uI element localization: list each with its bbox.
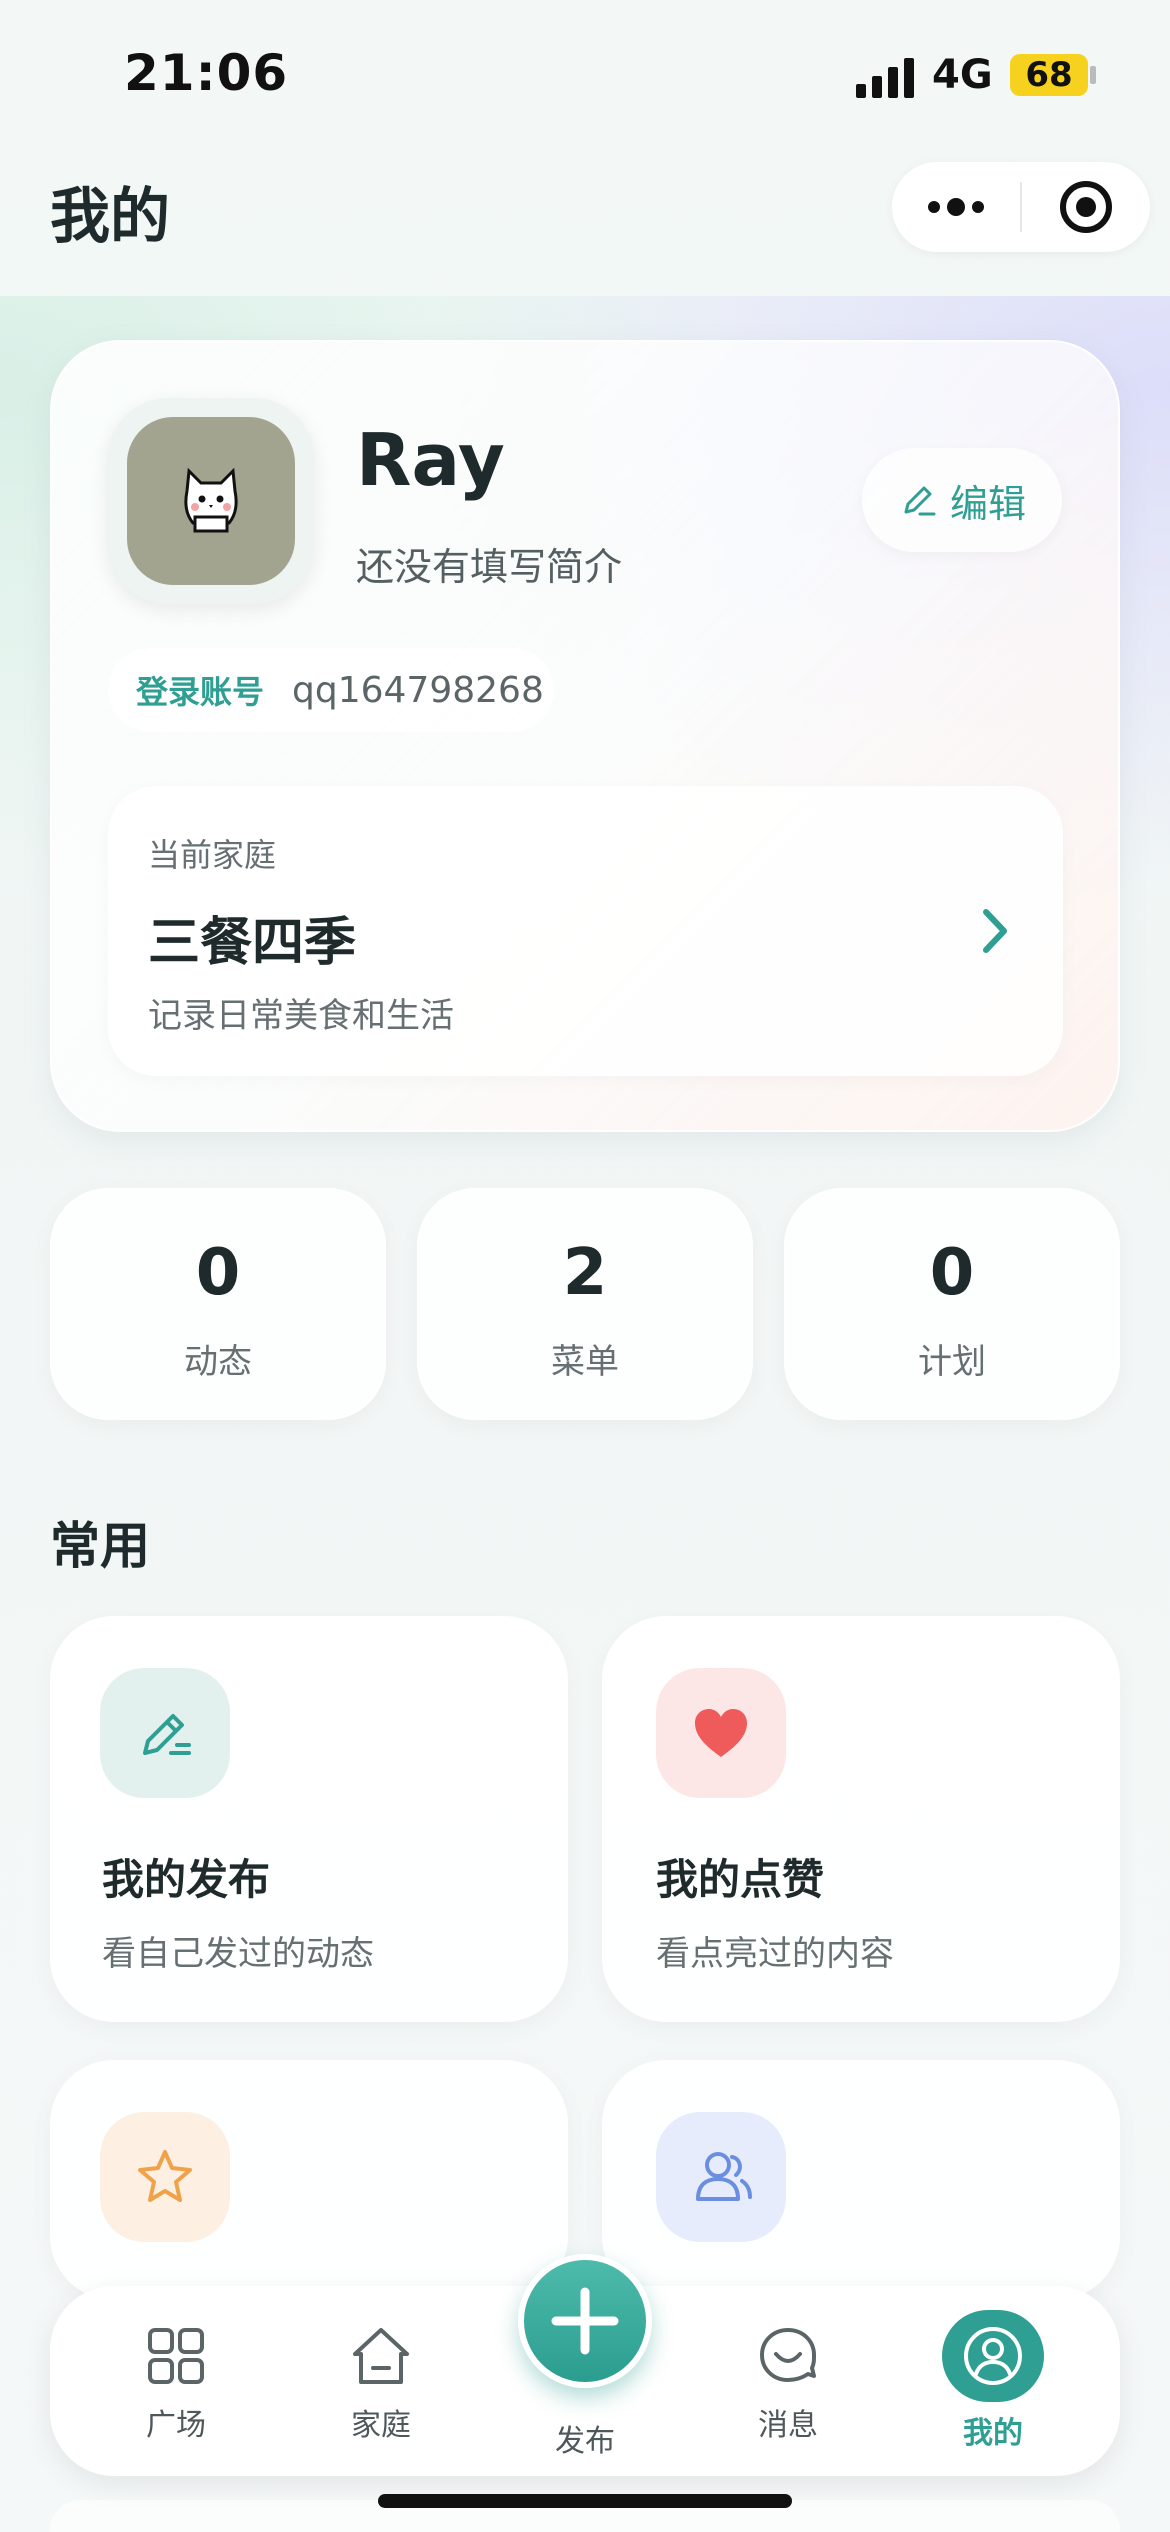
tile-title: 我的点赞: [656, 1855, 825, 1904]
user-icon: [964, 2327, 1022, 2385]
target-icon: [1059, 181, 1112, 233]
family-name: 三餐四季: [148, 913, 357, 973]
tab-label: 我的: [963, 2416, 1023, 2451]
tab-plaza[interactable]: 广场: [101, 2310, 251, 2460]
family-kicker: 当前家庭: [148, 836, 277, 874]
stat-value: 0: [195, 1236, 241, 1310]
tile-subtitle: 看点亮过的内容: [656, 1934, 894, 1974]
stat-value: 0: [929, 1236, 975, 1310]
tile-my-likes[interactable]: 我的点赞 看点亮过的内容: [602, 1616, 1120, 2022]
chevron-right-icon: [983, 909, 1007, 953]
edit-profile-button[interactable]: 编辑: [862, 448, 1062, 552]
status-time: 21:06: [124, 44, 289, 102]
tile-icon-wrap: [656, 2112, 786, 2242]
avatar-image: [127, 417, 295, 585]
plus-icon: [551, 2287, 619, 2355]
section-title: 常用: [50, 1517, 150, 1575]
grid-icon: [148, 2328, 204, 2384]
pencil-icon: [143, 1714, 191, 1755]
home-indicator: [378, 2494, 792, 2508]
tile-members[interactable]: [602, 2060, 1120, 2300]
battery-level: 68: [1010, 54, 1088, 96]
user-name: Ray: [356, 418, 505, 502]
tab-mine[interactable]: 我的: [918, 2310, 1068, 2460]
stat-plans[interactable]: 0 计划: [784, 1188, 1120, 1420]
stat-label: 菜单: [551, 1342, 619, 1382]
battery-tip: [1090, 66, 1096, 84]
family-desc: 记录日常美食和生活: [148, 996, 454, 1036]
stat-menus[interactable]: 2 菜单: [417, 1188, 753, 1420]
avatar[interactable]: [108, 398, 314, 604]
tile-icon-wrap: [100, 1668, 230, 1798]
miniprogram-capsule: [892, 162, 1150, 252]
stat-posts[interactable]: 0 动态: [50, 1188, 386, 1420]
user-bio: 还没有填写简介: [356, 545, 623, 589]
active-tab-badge: [942, 2310, 1044, 2402]
tab-label: 广场: [146, 2408, 206, 2443]
heart-icon: [695, 1709, 747, 1757]
publish-button[interactable]: [518, 2254, 652, 2388]
cat-avatar-icon: [184, 467, 238, 533]
tab-label: 家庭: [351, 2408, 411, 2443]
stat-value: 2: [562, 1236, 608, 1310]
edit-pencil-icon: [904, 486, 936, 516]
tab-label-publish: 发布: [555, 2424, 615, 2459]
signal-icon: [856, 58, 914, 98]
more-button[interactable]: [892, 162, 1020, 252]
tile-title: 我的发布: [102, 1855, 271, 1904]
edit-label: 编辑: [949, 481, 1026, 526]
account-value: qq164798268: [292, 669, 544, 711]
tab-label: 消息: [758, 2408, 818, 2443]
tile-my-posts[interactable]: 我的发布 看自己发过的动态: [50, 1616, 568, 2022]
page-title: 我的: [50, 182, 170, 252]
more-dots-icon: [928, 198, 984, 216]
account-pill: 登录账号 qq164798268: [108, 648, 554, 732]
tab-messages[interactable]: 消息: [713, 2310, 863, 2460]
stat-label: 动态: [184, 1342, 252, 1382]
users-icon: [696, 2152, 752, 2201]
chat-icon: [760, 2328, 816, 2382]
home-icon: [353, 2328, 409, 2384]
close-miniprogram-button[interactable]: [1022, 162, 1150, 252]
tile-subtitle: 看自己发过的动态: [102, 1934, 374, 1974]
tile-icon-wrap: [656, 1668, 786, 1798]
account-key: 登录账号: [136, 673, 265, 711]
star-icon: [138, 2150, 192, 2202]
tab-family[interactable]: 家庭: [306, 2310, 456, 2460]
tile-favorites[interactable]: [50, 2060, 568, 2300]
tile-icon-wrap: [100, 2112, 230, 2242]
network-type: 4G: [932, 52, 993, 98]
stat-label: 计划: [918, 1342, 986, 1382]
